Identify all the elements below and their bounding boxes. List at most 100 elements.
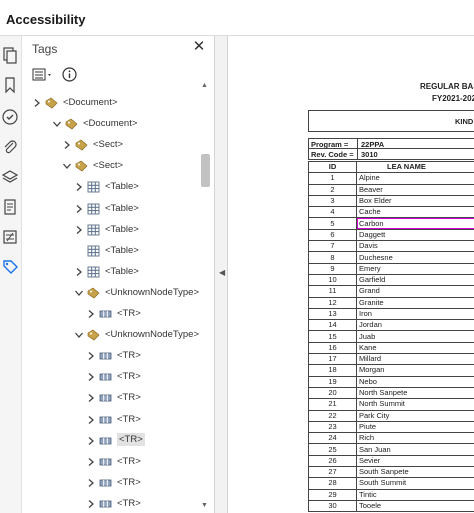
chevron-right-icon[interactable]: [74, 182, 84, 192]
tree-node-label: <TR>: [117, 371, 141, 383]
chevron-right-icon[interactable]: [86, 393, 96, 403]
revcode-row: Rev. Code = 3010: [308, 149, 474, 160]
tag-icon: [45, 97, 58, 109]
lea-name-cell: Grand: [356, 285, 474, 298]
chevron-right-icon[interactable]: [86, 415, 96, 425]
panel-collapse-strip[interactable]: ◀: [214, 36, 228, 513]
program-row: Program = 22PPA: [308, 138, 474, 150]
options-menu-button[interactable]: [32, 68, 54, 82]
chevron-down-icon[interactable]: [62, 161, 72, 171]
lea-name-cell: Sevier: [356, 454, 474, 468]
lea-name-cell: Cache: [356, 206, 474, 219]
table-row: 23 Piute: [308, 420, 474, 434]
row-icon: [99, 456, 112, 468]
tree-node-label: <TR>: [117, 476, 141, 488]
table-icon: [87, 266, 100, 278]
chevron-down-icon[interactable]: [52, 119, 62, 129]
table-row: 14 Jordan: [308, 319, 474, 332]
doc-subheading: FY2021-2022: [432, 94, 474, 103]
table-row: 11 Grand: [308, 285, 474, 298]
revcode-value: 3010: [361, 150, 378, 159]
chevron-right-icon[interactable]: [86, 436, 96, 446]
table-icon: [87, 203, 100, 215]
tag-icon: [75, 160, 88, 172]
chevron-right-icon[interactable]: [74, 267, 84, 277]
tags-icon[interactable]: [1, 258, 19, 276]
tag-icon: [87, 329, 100, 341]
table-row: 4 Cache: [308, 206, 474, 219]
bookmark-icon[interactable]: [1, 76, 19, 94]
chevron-right-icon[interactable]: [86, 499, 96, 509]
tree-node-label: <Sect>: [93, 160, 124, 172]
table-row: 17 Millard: [308, 353, 474, 366]
tree-scrollbar[interactable]: ▲ ▼: [200, 80, 210, 513]
chevron-right-icon[interactable]: [62, 140, 72, 150]
attachment-icon[interactable]: [1, 138, 19, 156]
id-cell: 6: [308, 228, 357, 242]
table-row: 28 South Summit: [308, 477, 474, 490]
lea-name-cell: Duchesne: [356, 251, 474, 264]
row-icon: [99, 435, 112, 447]
table-row: 12 Granite: [308, 296, 474, 309]
id-column-header: ID: [308, 160, 357, 174]
table-row: 10 Garfield: [308, 273, 474, 287]
chevron-down-icon[interactable]: [74, 330, 84, 340]
collapse-panel-icon[interactable]: ◀: [219, 268, 225, 277]
tree-node-label: <TR>: [117, 432, 145, 446]
lea-name-cell: Tooele: [356, 499, 474, 513]
tree-node-label: <TR>: [117, 308, 141, 319]
table-header-row: ID LEA NAME: [308, 160, 474, 174]
row-icon: [99, 477, 112, 489]
app-title: Accessibility: [6, 12, 86, 27]
chevron-right-icon[interactable]: [86, 351, 96, 361]
close-panel-button[interactable]: ✕: [192, 39, 206, 54]
tree-node-label: <TR>: [117, 350, 141, 362]
table-row: 16 Kane: [308, 341, 474, 355]
accessibility-check-icon[interactable]: [1, 108, 19, 126]
chevron-right-icon[interactable]: [32, 98, 42, 108]
table-icon: [87, 224, 100, 236]
lea-name-cell: Piute: [356, 420, 474, 434]
table-row: 29 Tintic: [308, 488, 474, 501]
id-cell: 23: [308, 420, 357, 434]
table-row: 20 North Sanpete: [308, 386, 474, 400]
chevron-right-icon[interactable]: [86, 478, 96, 488]
chevron-right-icon[interactable]: [74, 204, 84, 214]
scrollbar-thumb[interactable]: [201, 154, 210, 187]
order-icon[interactable]: [1, 228, 19, 246]
chevron-right-icon[interactable]: [86, 457, 96, 467]
id-cell: 25: [308, 443, 357, 456]
left-tool-rail: [0, 36, 22, 513]
program-value: 22PPA: [361, 140, 385, 149]
chevron-down-icon[interactable]: [74, 288, 84, 298]
lea-name-cell: Rich: [356, 432, 474, 445]
table-row: 7 Davis: [308, 240, 474, 253]
lea-name-cell: Millard: [356, 353, 474, 366]
id-cell: 12: [308, 296, 357, 309]
lea-name-cell: Alpine: [356, 172, 474, 185]
table-row: 21 North Summit: [308, 398, 474, 411]
tree-node-label: <UnknownNodeType>: [105, 329, 200, 341]
tree-node-label: <TR>: [117, 455, 141, 467]
tree-node-label: <TR>: [117, 413, 141, 425]
layers-icon[interactable]: [1, 168, 19, 186]
document-view: REGULAR BASIC FY2021-2022 KIND Program =…: [228, 36, 474, 513]
lea-name-cell: North Sanpete: [356, 386, 474, 400]
chevron-right-icon[interactable]: [86, 309, 96, 319]
id-cell: 27: [308, 466, 357, 479]
row-icon: [99, 350, 112, 362]
info-icon[interactable]: [62, 67, 77, 82]
lea-name-cell: Juab: [356, 330, 474, 343]
id-cell: 18: [308, 364, 357, 377]
scroll-down-icon[interactable]: ▼: [201, 502, 208, 509]
tree-node-label: <Document>: [63, 97, 118, 108]
chevron-right-icon[interactable]: [86, 372, 96, 382]
content-icon[interactable]: [1, 198, 19, 216]
pages-icon[interactable]: [1, 46, 19, 64]
scroll-up-icon[interactable]: ▲: [201, 82, 208, 89]
id-cell: 24: [308, 432, 357, 445]
lea-name-cell: Emery: [356, 262, 474, 275]
table-row: 18 Morgan: [308, 364, 474, 377]
chevron-right-icon[interactable]: [74, 225, 84, 235]
table-row: 30 Tooele: [308, 499, 474, 513]
